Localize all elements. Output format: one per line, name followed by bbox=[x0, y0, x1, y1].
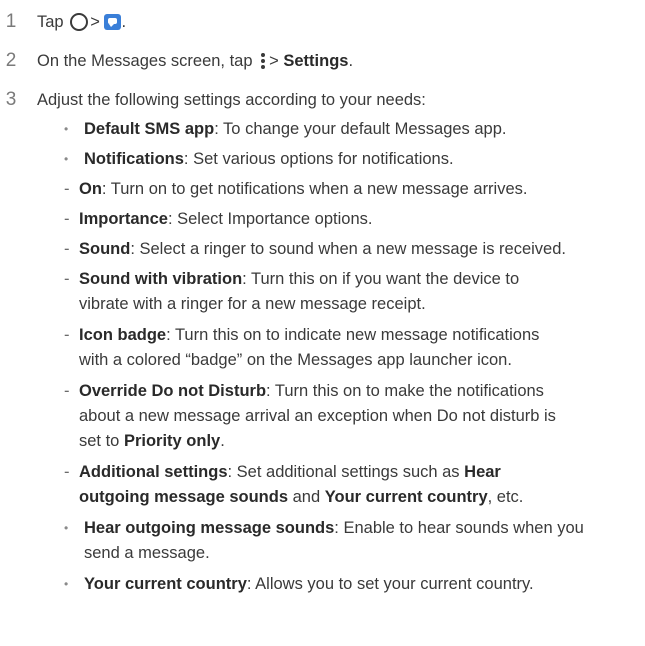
setting-current-country: Your current country: Allows you to set … bbox=[84, 575, 534, 593]
option-icon-badge: Icon badge: Turn this on to indicate new… bbox=[79, 326, 540, 344]
option-on: On: Turn on to get notifications when a … bbox=[79, 180, 528, 198]
step-1-text: Tap > . bbox=[37, 13, 127, 31]
dash: - bbox=[64, 326, 70, 344]
messages-app-icon bbox=[104, 14, 122, 30]
bullet: • bbox=[64, 152, 69, 166]
option-override-dnd-cont: about a new message arrival an exception… bbox=[79, 407, 556, 425]
option-sound-with-vibration: Sound with vibration: Turn this on if yo… bbox=[79, 270, 520, 288]
dash: - bbox=[64, 382, 70, 400]
option-sound: Sound: Select a ringer to sound when a n… bbox=[79, 240, 566, 258]
option-importance: Importance: Select Importance options. bbox=[79, 210, 373, 228]
setting-default-sms-app: Default SMS app: To change your default … bbox=[84, 120, 507, 138]
option-sound-with-vibration-cont: vibrate with a ringer for a new message … bbox=[79, 295, 426, 313]
more-options-icon bbox=[259, 52, 267, 70]
instructions-page: 1 Tap > . 2 On the Messages screen, tap … bbox=[0, 0, 645, 646]
option-additional-settings-cont: outgoing message sounds and Your current… bbox=[79, 488, 524, 506]
bullet: • bbox=[64, 122, 69, 136]
bullet: • bbox=[64, 577, 69, 591]
dash: - bbox=[64, 463, 70, 481]
option-additional-settings: Additional settings: Set additional sett… bbox=[79, 463, 501, 481]
dash: - bbox=[64, 240, 70, 258]
setting-notifications: Notifications: Set various options for n… bbox=[84, 150, 454, 168]
bullet: • bbox=[64, 521, 69, 535]
setting-hear-outgoing-sounds: Hear outgoing message sounds: Enable to … bbox=[84, 519, 584, 537]
home-circle-icon bbox=[70, 13, 89, 31]
step-number: 1 bbox=[5, 11, 17, 32]
setting-hear-outgoing-sounds-cont: send a message. bbox=[84, 544, 210, 562]
dash: - bbox=[64, 210, 70, 228]
option-icon-badge-cont: with a colored “badge” on the Messages a… bbox=[79, 351, 512, 369]
dash: - bbox=[64, 180, 70, 198]
step-2-text: On the Messages screen, tap > Settings. bbox=[37, 52, 354, 70]
step-number: 2 bbox=[5, 50, 17, 71]
option-override-dnd: Override Do not Disturb: Turn this on to… bbox=[79, 382, 544, 400]
step-3-text: Adjust the following settings according … bbox=[37, 91, 426, 109]
dash: - bbox=[64, 270, 70, 288]
step-number: 3 bbox=[5, 89, 17, 110]
option-override-dnd-cont2: set to Priority only. bbox=[79, 432, 225, 450]
